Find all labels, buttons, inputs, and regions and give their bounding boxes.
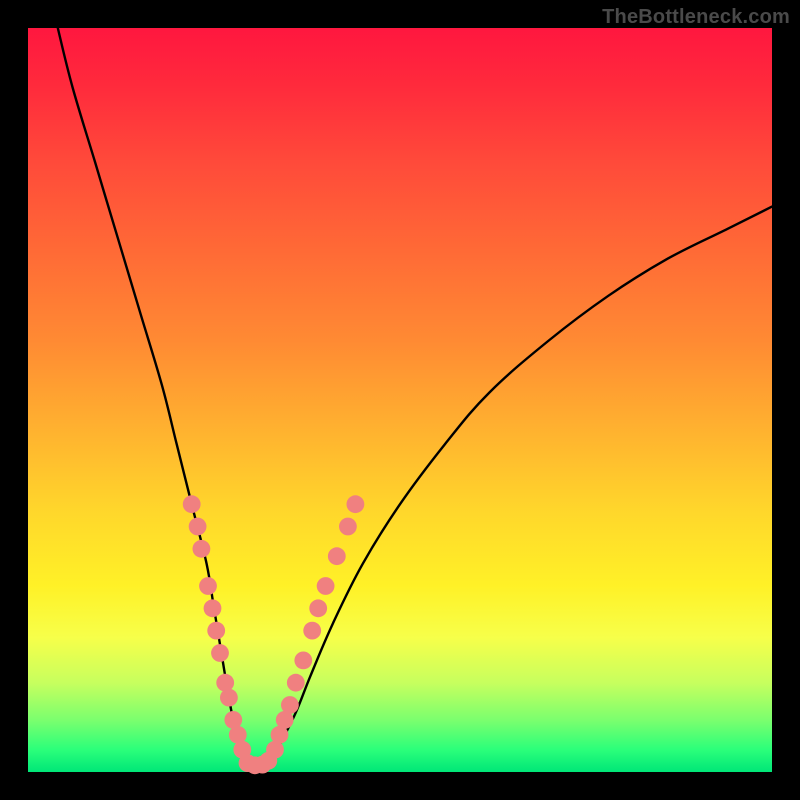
marker-dot	[339, 518, 357, 536]
marker-dot	[220, 689, 238, 707]
marker-dot	[281, 696, 299, 714]
marker-dot	[294, 652, 312, 670]
marker-dot	[347, 495, 365, 513]
marker-dot	[193, 540, 211, 558]
watermark-text: TheBottleneck.com	[602, 6, 790, 29]
outer-frame: TheBottleneck.com	[0, 0, 800, 800]
plot-area	[28, 28, 772, 772]
marker-dot	[287, 674, 305, 692]
curve-layer	[28, 28, 772, 772]
marker-dot	[216, 674, 234, 692]
marker-dot	[328, 547, 346, 565]
marker-dot	[303, 622, 321, 640]
marker-dot	[204, 599, 222, 617]
marker-dots	[183, 495, 364, 774]
marker-dot	[207, 622, 225, 640]
marker-dot	[317, 577, 335, 595]
marker-dot	[309, 599, 327, 617]
marker-dot	[183, 495, 201, 513]
bottleneck-curve	[58, 28, 772, 766]
marker-dot	[189, 518, 207, 536]
marker-dot	[199, 577, 217, 595]
marker-dot	[211, 644, 229, 662]
